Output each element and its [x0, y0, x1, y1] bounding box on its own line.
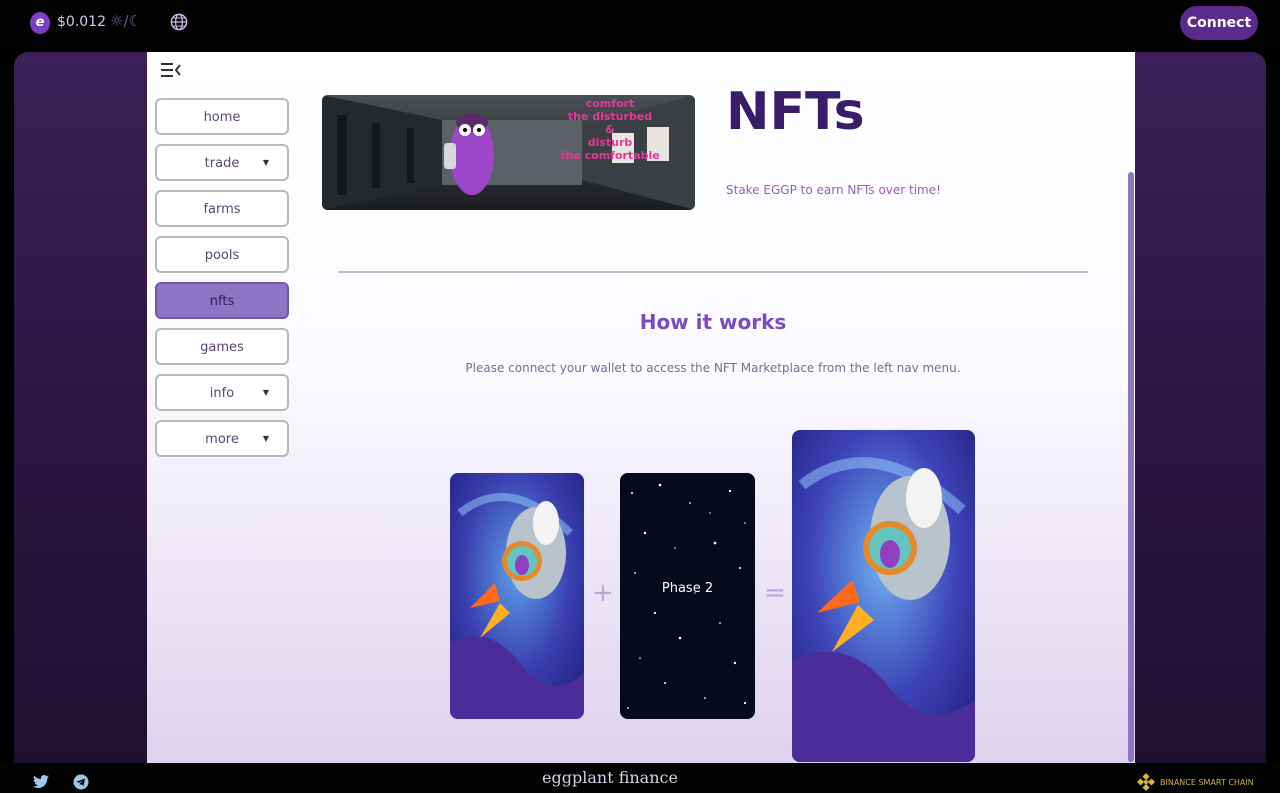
plus-sign: +: [592, 578, 614, 608]
chain-label: BINANCE SMART CHAIN: [1160, 778, 1254, 787]
banner-text-line: the disturbed: [567, 110, 653, 123]
connect-button[interactable]: Connect: [1180, 6, 1258, 40]
scrollbar[interactable]: [1128, 172, 1134, 762]
connect-wallet-message: Please connect your wallet to access the…: [465, 361, 961, 375]
nft-card-result: [792, 430, 975, 762]
twitter-icon[interactable]: [33, 775, 49, 789]
sidebar-item-home[interactable]: home: [155, 98, 289, 135]
background-right: [1135, 52, 1266, 763]
background-left: [14, 52, 147, 763]
page-subtitle: Stake EGGP to earn NFTs over time!: [726, 183, 941, 197]
sidebar-item-label: farms: [203, 202, 241, 217]
phase-2-label: Phase 2: [661, 581, 714, 596]
sidebar-item-label: pools: [204, 248, 240, 263]
equals-sign: =: [764, 578, 786, 608]
sidebar-item-label: home: [203, 110, 241, 125]
eggplant-coin-icon: e: [30, 12, 50, 34]
globe-icon[interactable]: [170, 13, 188, 31]
caret-down-icon: ▼: [262, 388, 269, 397]
token-price: $0.012: [57, 14, 106, 30]
binance-smart-chain-icon: [1136, 772, 1156, 792]
theme-toggle[interactable]: ☼/☾: [110, 12, 142, 30]
menu-collapse-icon[interactable]: [161, 62, 181, 78]
banner-text-line: the comfortable: [560, 149, 660, 162]
sidebar-item-label: trade: [204, 156, 240, 171]
page-title: NFTs: [726, 82, 865, 142]
nft-card-phase2: Phase 2: [620, 473, 755, 719]
sidebar-item-info[interactable]: info ▼: [155, 374, 289, 411]
sidebar-item-label: more: [205, 432, 239, 447]
how-it-works-title: How it works: [639, 310, 787, 334]
sidebar-item-trade[interactable]: trade ▼: [155, 144, 289, 181]
caret-down-icon: ▼: [262, 158, 269, 167]
nft-card-phase1: [450, 473, 584, 719]
banner-text-line: disturb: [587, 136, 633, 149]
sidebar-item-pools[interactable]: pools: [155, 236, 289, 273]
sidebar-item-farms[interactable]: farms: [155, 190, 289, 227]
sidebar-nav: home trade ▼ farms pools nfts games info ▼…: [155, 98, 289, 466]
nft-banner-image: comfort the disturbed & disturb the comf…: [322, 95, 695, 210]
brand-wordmark: eggplant finance: [542, 768, 678, 787]
sidebar-item-label: games: [200, 340, 244, 355]
sidebar-item-more[interactable]: more ▼: [155, 420, 289, 457]
top-bar: [0, 0, 1280, 48]
sidebar-item-label: info: [209, 386, 235, 401]
banner-text-line: comfort: [585, 97, 635, 110]
banner-text-line: &: [605, 123, 615, 136]
caret-down-icon: ▼: [262, 434, 269, 443]
sidebar-item-games[interactable]: games: [155, 328, 289, 365]
telegram-icon[interactable]: [73, 774, 89, 790]
divider: [338, 271, 1088, 273]
sidebar-item-nfts[interactable]: nfts: [155, 282, 289, 319]
sidebar-item-label: nfts: [209, 294, 235, 309]
